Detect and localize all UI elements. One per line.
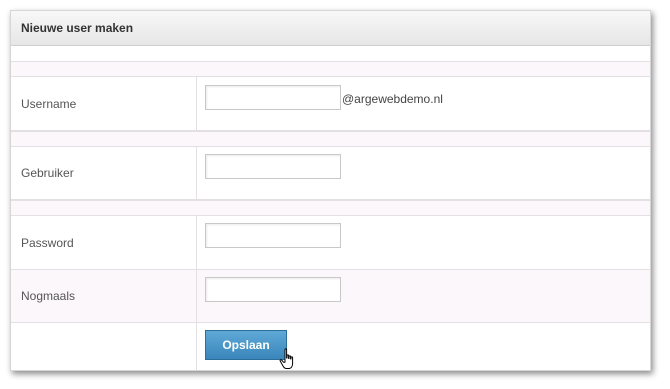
username-input[interactable] bbox=[205, 85, 341, 110]
username-domain-suffix: @argewebdemo.nl bbox=[342, 92, 443, 106]
nogmaals-label: Nogmaals bbox=[21, 289, 76, 303]
column-divider bbox=[196, 323, 197, 370]
form-spacer bbox=[11, 200, 650, 216]
new-user-form-panel: Nieuwe user maken Username @argewebdemo.… bbox=[10, 10, 651, 371]
form-title: Nieuwe user maken bbox=[11, 11, 650, 46]
username-label: Username bbox=[21, 96, 77, 111]
gebruiker-label: Gebruiker bbox=[21, 166, 74, 180]
form-spacer bbox=[11, 131, 650, 147]
column-divider bbox=[196, 216, 197, 270]
nogmaals-input[interactable] bbox=[205, 277, 341, 302]
password-label: Password bbox=[21, 235, 74, 250]
hand-pointer-cursor-icon bbox=[279, 348, 294, 369]
column-divider bbox=[196, 77, 197, 131]
password-input[interactable] bbox=[205, 223, 341, 248]
column-divider bbox=[196, 270, 197, 323]
gebruiker-input[interactable] bbox=[205, 154, 341, 179]
save-button[interactable]: Opslaan bbox=[205, 330, 287, 360]
form-spacer-top bbox=[11, 61, 650, 77]
column-divider bbox=[196, 147, 197, 200]
